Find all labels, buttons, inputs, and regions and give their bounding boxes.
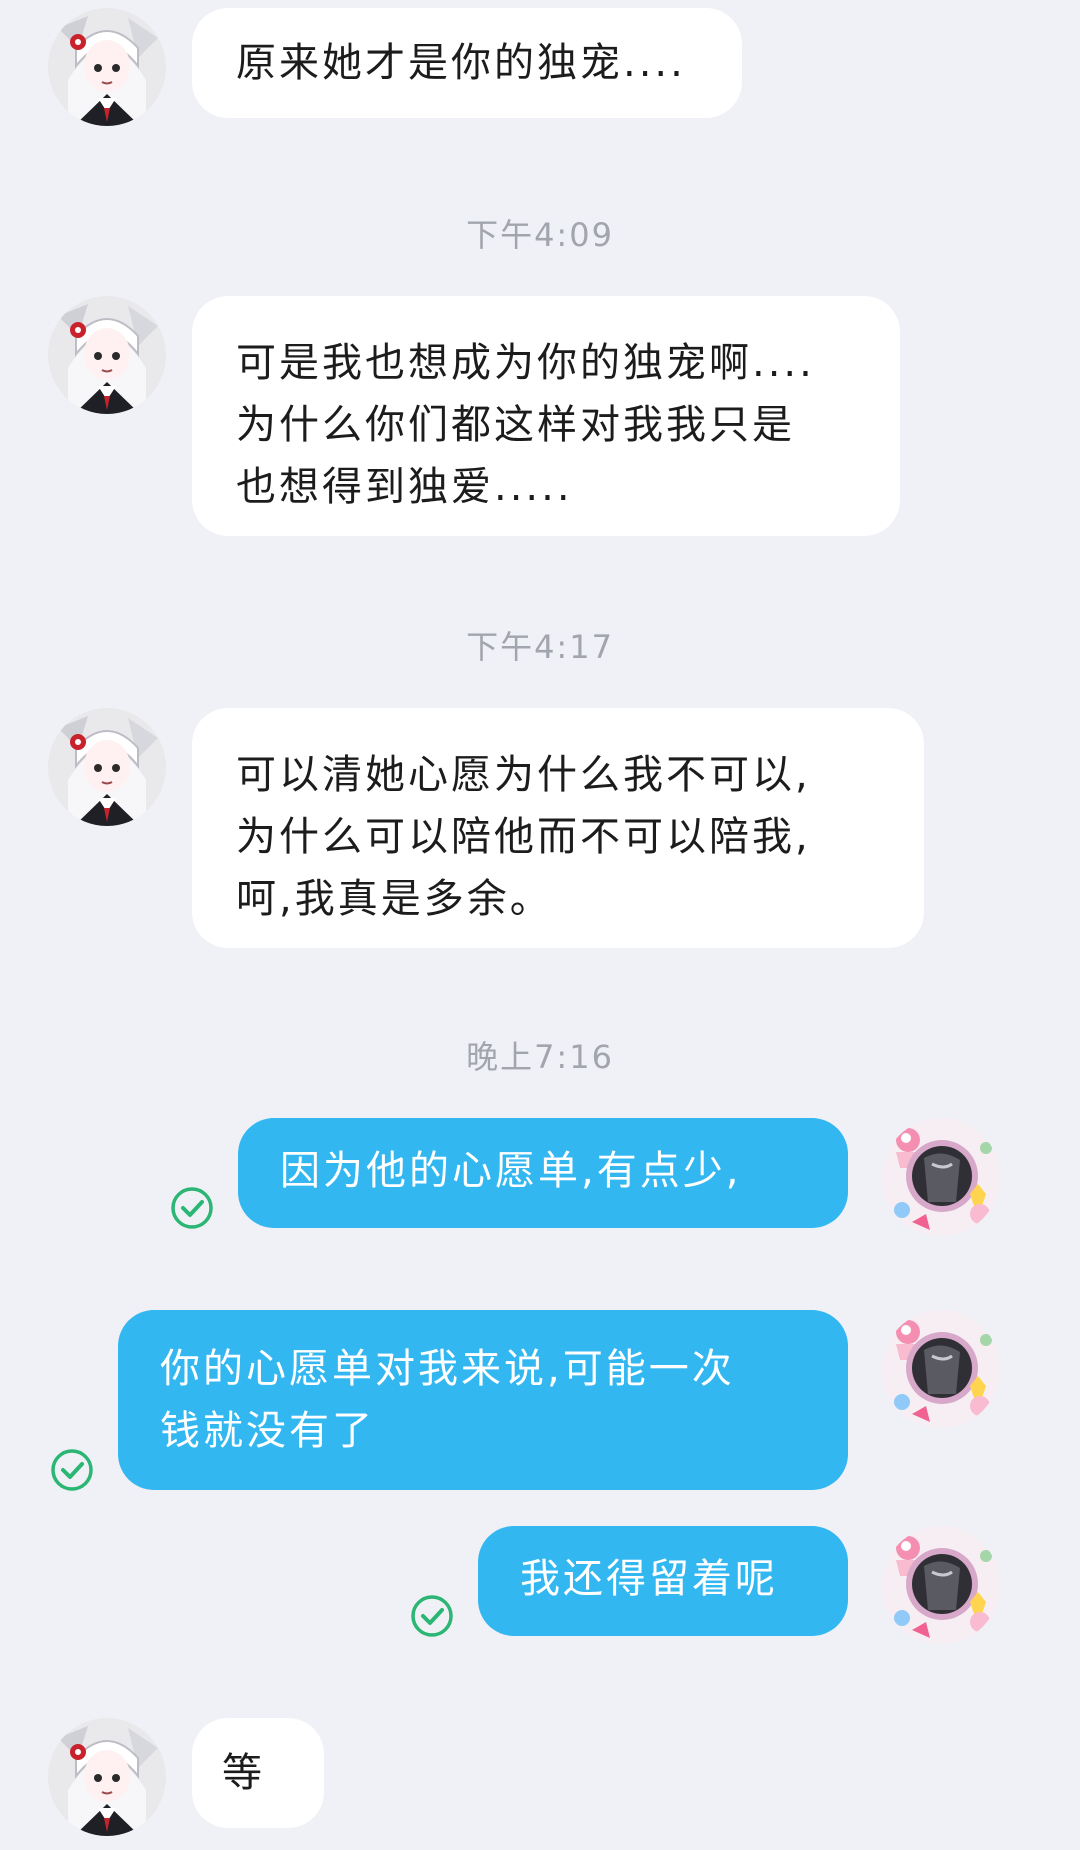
- incoming-message-bubble[interactable]: 可以清她心愿为什么我不可以, 为什么可以陪他而不可以陪我, 呵,我真是多余。: [192, 708, 924, 948]
- incoming-message-bubble[interactable]: 可是我也想成为你的独宠啊.... 为什么你们都这样对我我只是 也想得到独爱...…: [192, 296, 900, 536]
- check-circle-icon: [170, 1186, 214, 1230]
- check-circle-icon: [410, 1594, 454, 1638]
- chat-message-list[interactable]: 原来她才是你的独宠.... 下午4:09 可是我也想成为你的独宠啊.... 为什…: [0, 0, 1080, 1850]
- timestamp: 下午4:17: [466, 628, 614, 666]
- outgoing-message-bubble[interactable]: 因为他的心愿单,有点少,: [238, 1118, 848, 1228]
- contact-avatar[interactable]: [48, 1718, 166, 1836]
- my-avatar[interactable]: [882, 1526, 1000, 1644]
- incoming-message-bubble[interactable]: 原来她才是你的独宠....: [192, 8, 742, 118]
- check-circle-icon: [50, 1448, 94, 1492]
- my-avatar[interactable]: [882, 1310, 1000, 1428]
- my-avatar[interactable]: [882, 1118, 1000, 1236]
- outgoing-message-bubble[interactable]: 我还得留着呢: [478, 1526, 848, 1636]
- timestamp: 下午4:09: [466, 216, 614, 254]
- contact-avatar[interactable]: [48, 296, 166, 414]
- contact-avatar[interactable]: [48, 8, 166, 126]
- contact-avatar[interactable]: [48, 708, 166, 826]
- timestamp: 晚上7:16: [466, 1038, 614, 1076]
- outgoing-message-bubble[interactable]: 你的心愿单对我来说,可能一次 钱就没有了: [118, 1310, 848, 1490]
- incoming-message-bubble[interactable]: 等: [192, 1718, 324, 1828]
